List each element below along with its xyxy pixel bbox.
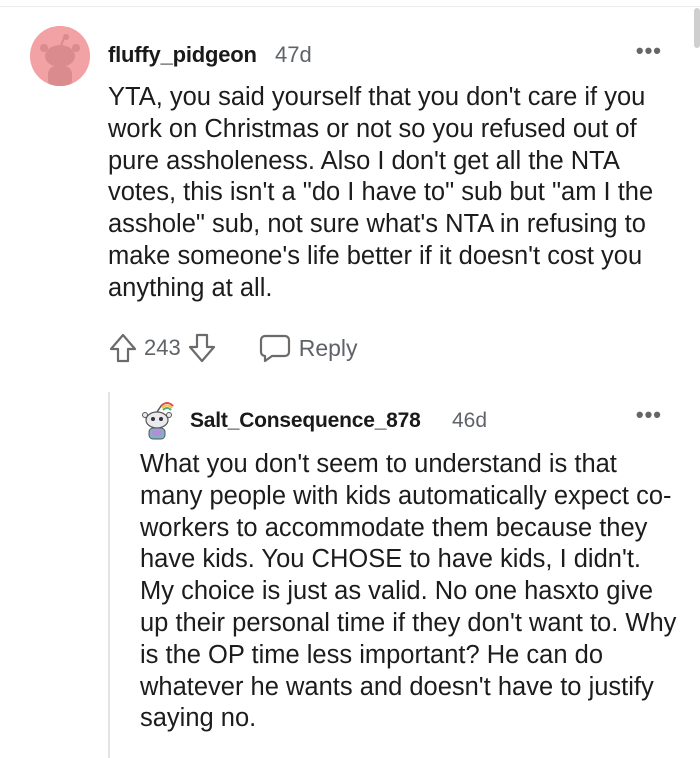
- reply-author[interactable]: Salt_Consequence_878: [190, 409, 421, 433]
- reply-age: 46d: [452, 409, 488, 432]
- reply-body: What you don't seem to understand is tha…: [140, 450, 684, 733]
- more-options-icon[interactable]: •••: [636, 38, 662, 64]
- reply-label: Reply: [298, 334, 358, 361]
- comment-thread: fluffy_pidgeon 47d ••• YTA, you said you…: [0, 0, 700, 758]
- comment-body: YTA, you said yourself that you don't ca…: [108, 83, 661, 302]
- upvote-arrow-icon: [109, 333, 137, 363]
- avatar[interactable]: [30, 26, 90, 86]
- downvote-button[interactable]: [185, 331, 219, 365]
- vote-score: 243: [144, 335, 181, 360]
- divider: [0, 0, 700, 7]
- scrollbar[interactable]: [694, 8, 700, 48]
- upvote-button[interactable]: [106, 331, 140, 365]
- comment-age: 47d: [275, 42, 312, 67]
- comment-actions: 243 Reply: [106, 330, 358, 366]
- comment-author[interactable]: fluffy_pidgeon: [108, 42, 257, 68]
- snoo-avatar-icon: [142, 402, 174, 440]
- snoo-avatar-icon: [30, 26, 90, 86]
- reply-avatar[interactable]: [141, 400, 177, 440]
- downvote-arrow-icon: [188, 333, 215, 363]
- speech-bubble-icon: [259, 334, 290, 363]
- more-options-icon[interactable]: •••: [636, 402, 662, 428]
- reply-button[interactable]: Reply: [259, 333, 358, 363]
- thread-line[interactable]: [108, 392, 110, 758]
